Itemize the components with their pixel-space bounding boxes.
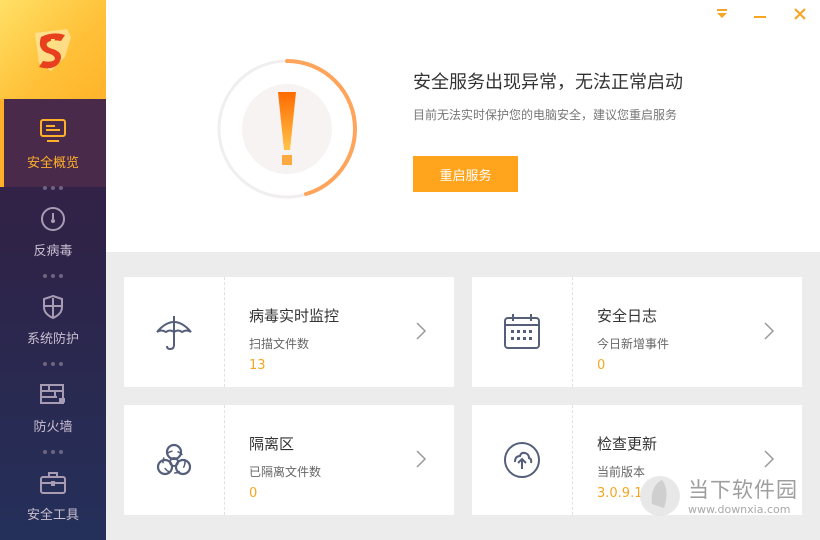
card-label: 已隔离文件数: [249, 465, 322, 479]
chevron-right-icon: [416, 322, 427, 340]
menu-icon[interactable]: [714, 6, 730, 22]
chevron-right-icon: [764, 322, 775, 340]
card-label: 扫描文件数: [249, 337, 310, 351]
umbrella-icon: [156, 316, 192, 351]
card-value: 13: [249, 358, 266, 373]
sidebar-item-label: 安全工具: [26, 507, 79, 523]
chevron-right-icon: [764, 450, 775, 468]
card-title: 检查更新: [597, 435, 658, 453]
card-value: 0: [249, 486, 258, 501]
card-icon-area: [124, 405, 225, 515]
sidebar: 安全概览 反病毒 系统防护 防火墙 安全工具: [0, 0, 106, 540]
monitor-icon: [38, 116, 68, 146]
alert-subtitle: 目前无法实时保护您的电脑安全，建议您重启服务: [413, 108, 678, 122]
sidebar-item-overview[interactable]: 安全概览: [0, 99, 106, 187]
watermark-url: www.downxia.com: [688, 503, 791, 516]
card-title: 病毒实时监控: [249, 307, 340, 325]
card-security-log[interactable]: 安全日志 今日新增事件 0: [472, 277, 802, 387]
card-title: 隔离区: [249, 435, 295, 453]
sidebar-item-label: 反病毒: [33, 243, 73, 259]
minimize-icon[interactable]: [752, 6, 768, 22]
biohazard-icon: [156, 443, 192, 476]
card-icon-area: [472, 277, 573, 387]
card-icon-area: [472, 405, 573, 515]
sidebar-item-firewall[interactable]: 防火墙: [0, 363, 106, 451]
sidebar-item-label: 安全概览: [26, 155, 79, 171]
card-realtime-monitor[interactable]: 病毒实时监控 扫描文件数 13: [124, 277, 454, 387]
sidebar-item-label: 系统防护: [26, 331, 79, 347]
card-icon-area: [124, 277, 225, 387]
sidebar-item-system-protection[interactable]: 系统防护: [0, 275, 106, 363]
shield-icon: [38, 292, 68, 322]
card-label: 今日新增事件: [597, 337, 670, 351]
calendar-icon: [504, 314, 540, 349]
close-icon[interactable]: [792, 6, 808, 22]
card-title: 安全日志: [597, 307, 658, 325]
card-value: 0: [597, 358, 606, 373]
warning-icon: [216, 58, 358, 200]
alert-panel: 安全服务出现异常，无法正常启动 目前无法实时保护您的电脑安全，建议您重启服务 重…: [106, 0, 820, 252]
restart-service-button[interactable]: 重启服务: [413, 156, 518, 192]
upload-icon: [504, 442, 540, 478]
gauge-icon: [38, 204, 68, 234]
app-logo: [0, 0, 106, 99]
sidebar-item-antivirus[interactable]: 反病毒: [0, 187, 106, 275]
watermark-text: 当下软件园: [688, 478, 798, 502]
logo-icon: [35, 28, 71, 71]
firewall-icon: [38, 380, 68, 410]
sidebar-item-label: 防火墙: [33, 419, 73, 435]
card-quarantine[interactable]: 隔离区 已隔离文件数 0: [124, 405, 454, 515]
alert-title: 安全服务出现异常，无法正常启动: [413, 72, 683, 93]
sidebar-item-security-tools[interactable]: 安全工具: [0, 451, 106, 539]
toolbox-icon: [38, 468, 68, 498]
chevron-right-icon: [416, 450, 427, 468]
